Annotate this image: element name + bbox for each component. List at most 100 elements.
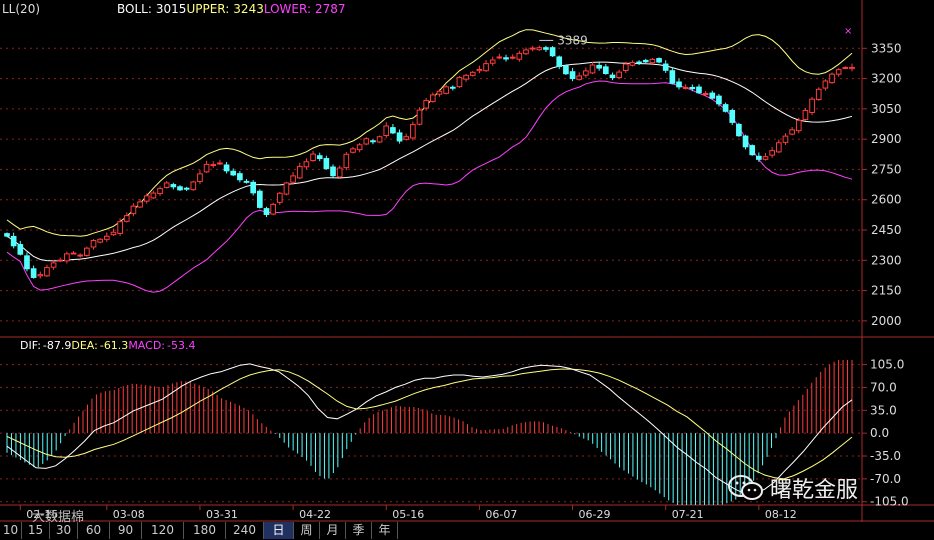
candle-body [410, 124, 416, 139]
macd-tick-label: 35.0 [870, 403, 897, 417]
candle-body [742, 135, 749, 148]
price-tick-label: 2600 [871, 193, 902, 207]
candle-body [536, 47, 543, 51]
candle-body [762, 156, 769, 160]
period-tab-bar: 10 15 30 60 90 120 180 240 日周月季年 [0, 522, 450, 540]
date-label: 03-08 [113, 508, 145, 521]
candle-body [197, 173, 203, 183]
candle-body [563, 65, 569, 75]
boll-lower-label: LOWER: [263, 2, 312, 16]
period-tab[interactable]: 日 [264, 522, 294, 539]
candle-body [157, 188, 163, 194]
macd-tick-label: -35.0 [870, 449, 901, 463]
candle-body [583, 70, 589, 76]
boll-legend: BOLL: 3015UPPER: 3243LOWER: 2787 [117, 2, 346, 16]
candle-body [296, 165, 303, 179]
period-tab[interactable]: 120 [142, 522, 184, 539]
candle-body [476, 68, 483, 72]
candle-body [143, 195, 150, 202]
candle-body [84, 247, 90, 256]
candle-body [682, 86, 689, 89]
period-tab[interactable]: 15 [22, 522, 50, 539]
candle-body [802, 109, 809, 121]
candle-body [190, 181, 197, 191]
dif-label: DIF: [20, 339, 41, 352]
boll-mid-value: 3015 [155, 2, 187, 16]
macd-tick-label: 105.0 [870, 358, 904, 372]
candle-body [775, 142, 782, 153]
candle-body [170, 184, 177, 188]
candle-body [243, 180, 250, 183]
price-tick-label: 3200 [871, 72, 902, 86]
period-tab[interactable]: 月 [320, 522, 346, 539]
candle-body [749, 145, 756, 156]
candle-body [483, 63, 489, 72]
candle-body [4, 233, 10, 237]
wechat-icon [728, 474, 764, 508]
candle-body [789, 129, 795, 135]
candle-body [589, 64, 596, 74]
period-tab[interactable]: 年 [372, 522, 398, 539]
dea-label: DEA: [71, 339, 98, 352]
candle-body [716, 95, 722, 105]
cross-marker: × [844, 26, 852, 37]
candle-body [429, 94, 436, 102]
candle-body [250, 181, 257, 194]
candle-body [396, 132, 403, 142]
candle-body [443, 86, 449, 94]
candle-body [97, 238, 103, 243]
macd-tick-label: 0.0 [870, 426, 889, 440]
candle-body [64, 253, 70, 262]
peak-label: 3389 [557, 33, 588, 47]
period-tab[interactable]: 240 [226, 522, 264, 539]
period-tab[interactable]: 周 [294, 522, 320, 539]
period-tab[interactable]: 季 [346, 522, 372, 539]
candle-body [303, 161, 310, 168]
candle-body [829, 73, 835, 84]
period-tab[interactable]: 90 [110, 522, 142, 539]
candle-body [815, 88, 822, 101]
candle-body [263, 208, 270, 215]
candle-body [549, 47, 556, 57]
boll-mid-label: BOLL: [117, 2, 152, 16]
period-tab[interactable]: 180 [184, 522, 226, 539]
price-tick-label: 2750 [871, 162, 902, 176]
price-tick-label: 2900 [871, 132, 902, 146]
candle-body [782, 135, 789, 143]
candle-body [423, 100, 430, 109]
macd-tick-label: 70.0 [870, 380, 897, 394]
candle-body [809, 98, 815, 113]
candle-body [257, 190, 263, 208]
candle-body [223, 164, 230, 172]
candle-body [343, 153, 350, 169]
candle-body [556, 56, 563, 67]
candle-body [702, 93, 709, 96]
candle-body [210, 164, 217, 167]
period-tab[interactable]: 10 [0, 522, 22, 539]
stock-chart: 3350 3200 3050 2900 2750 2600 2450 2300 2150 2000… [0, 0, 934, 522]
candle-body [90, 240, 97, 248]
candle-body [656, 58, 662, 63]
candle-body [636, 61, 642, 64]
candle-body [77, 254, 84, 257]
candle-body [183, 187, 190, 190]
candle-body [163, 182, 170, 188]
candle-body [390, 127, 396, 134]
boll-mid-line [6, 61, 853, 262]
candle-body [496, 56, 503, 59]
candle-body [449, 86, 456, 89]
candle-body [503, 57, 509, 60]
period-tab[interactable]: 30 [50, 522, 78, 539]
candle-body [489, 59, 496, 64]
candle-body [370, 140, 376, 143]
candle-body [70, 252, 77, 255]
candle-body [363, 138, 370, 145]
candle-body [662, 63, 669, 71]
candle-body [689, 86, 696, 90]
macd-tick-label: -70.0 [870, 472, 901, 486]
candle-body [756, 155, 762, 160]
candle-body [203, 163, 210, 173]
period-tab[interactable]: 60 [78, 522, 110, 539]
candle-body [50, 262, 57, 268]
price-tick-label: 3350 [871, 41, 902, 55]
